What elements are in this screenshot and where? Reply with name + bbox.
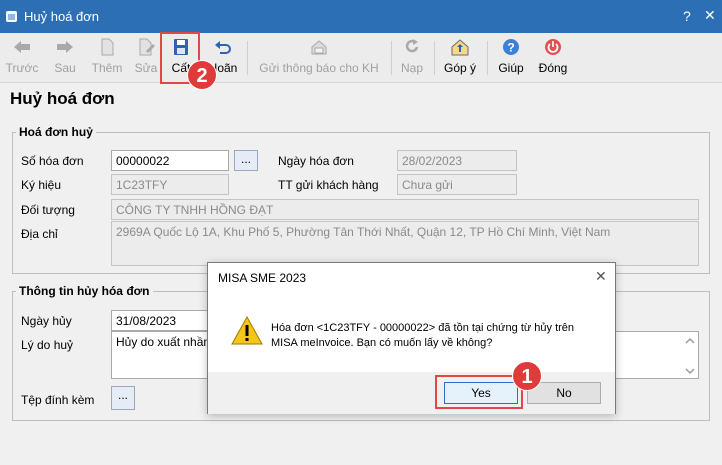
reason-label: Lý do huỷ [21, 338, 74, 352]
help-label: Giúp [498, 61, 524, 75]
symbol-field[interactable]: 1C23TFY [111, 174, 229, 195]
invoice-browse-button[interactable]: ... [234, 150, 258, 171]
close-window-button[interactable]: ✕ [704, 7, 716, 24]
undo-arrow-icon [215, 41, 231, 54]
status-field[interactable]: Chưa gửi [397, 174, 517, 195]
cancel-date-field[interactable]: 31/08/2023 [111, 310, 211, 331]
arrow-left-icon [14, 41, 30, 53]
window-title: Huỷ hoá đơn [24, 9, 100, 24]
callout-step-1: 1 [512, 361, 542, 391]
dialog-title: MISA SME 2023 [218, 271, 307, 285]
title-bar: Huỷ hoá đơn ? ✕ [0, 0, 722, 33]
edit-document-icon [139, 38, 155, 56]
send-notice-icon [311, 40, 327, 55]
dialog-message: Hóa đơn <1C23TFY - 00000022> đã tồn tại … [271, 321, 601, 351]
attach-label: Tệp đính kèm [21, 393, 95, 407]
invoice-no-field[interactable]: 00000022 [111, 150, 229, 171]
toolbar-separator [391, 41, 392, 75]
edit-label: Sửa [134, 61, 158, 75]
invoice-group-title: Hoá đơn huỷ [16, 125, 96, 139]
feedback-house-icon [451, 39, 469, 56]
feedback-label: Góp ý [443, 61, 476, 75]
toolbar-separator [247, 41, 248, 75]
dialog-message-line1: Hóa đơn <1C23TFY - 00000022> đã tồn tại … [271, 322, 575, 334]
next-label: Sau [54, 61, 76, 75]
dialog-message-line2: MISA meInvoice. Bạn có muốn lấy về không… [271, 337, 493, 349]
toolbar-separator [434, 41, 435, 75]
add-label: Thêm [91, 61, 123, 75]
invoice-no-label: Số hóa đơn [21, 154, 84, 168]
edit-button[interactable]: Sửa [133, 33, 159, 83]
feedback-button[interactable]: Góp ý [442, 33, 478, 83]
help-title-button[interactable]: ? [683, 8, 691, 24]
svg-text:?: ? [507, 41, 514, 55]
invoice-date-label: Ngày hóa đơn [278, 154, 354, 168]
status-label: TT gửi khách hàng [278, 178, 379, 192]
symbol-label: Ký hiệu [21, 178, 62, 192]
cancel-date-label: Ngày hủy [21, 314, 72, 328]
back-label: Trước [5, 61, 39, 75]
close-button[interactable]: Đóng [535, 33, 571, 83]
refresh-icon [405, 39, 419, 53]
next-button[interactable]: Sau [50, 33, 80, 83]
toolbar-separator [487, 41, 488, 75]
power-icon [545, 39, 561, 55]
party-label: Đối tượng [21, 203, 75, 217]
invoice-date-field[interactable]: 28/02/2023 [397, 150, 517, 171]
attach-browse-button[interactable]: ... [111, 386, 135, 410]
app-icon [6, 11, 17, 22]
cancel-info-title: Thông tin hủy hóa đơn [16, 284, 153, 298]
reason-scrollbar[interactable] [684, 337, 696, 375]
toolbar: Trước Sau Thêm Sửa Cất Hoãn Gửi thông bá… [0, 33, 722, 83]
help-button[interactable]: ? Giúp [496, 33, 526, 83]
dialog-close-button[interactable]: ✕ [595, 268, 607, 285]
load-label: Nạp [400, 61, 423, 75]
party-field[interactable]: CÔNG TY TNHH HỒNG ĐẠT [111, 199, 699, 220]
help-circle-icon: ? [503, 39, 519, 55]
send-notice-button[interactable]: Gửi thông báo cho KH [256, 33, 382, 83]
warning-icon [231, 315, 263, 345]
address-label: Địa chỉ [21, 227, 58, 241]
back-button[interactable]: Trước [4, 33, 40, 83]
confirm-dialog: MISA SME 2023 ✕ Hóa đơn <1C23TFY - 00000… [207, 262, 616, 414]
callout-step-2: 2 [187, 60, 217, 90]
close-label: Đóng [538, 61, 568, 75]
address-field[interactable]: 2969A Quốc Lộ 1A, Khu Phố 5, Phường Tân … [111, 221, 699, 266]
load-button[interactable]: Nạp [398, 33, 426, 83]
new-document-icon [101, 38, 114, 56]
yes-highlight-box [435, 375, 523, 409]
arrow-right-icon [57, 41, 73, 53]
add-button[interactable]: Thêm [90, 33, 124, 83]
page-title: Huỷ hoá đơn [10, 89, 115, 108]
send-notice-label: Gửi thông báo cho KH [259, 61, 379, 75]
